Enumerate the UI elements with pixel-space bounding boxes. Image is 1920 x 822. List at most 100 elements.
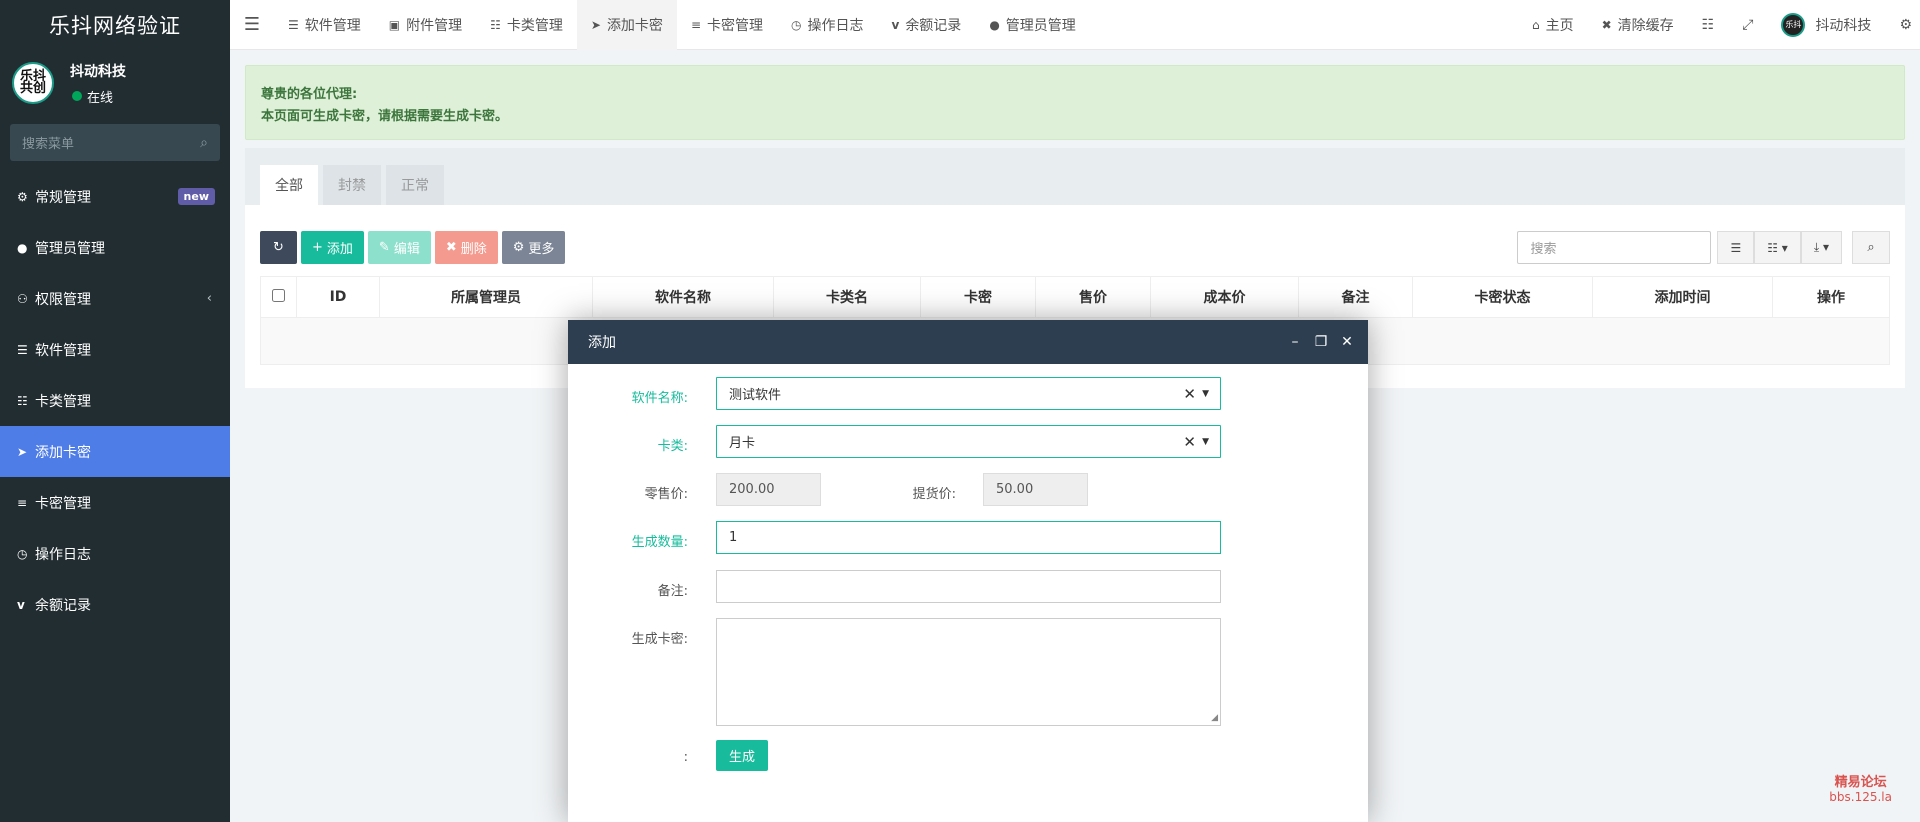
export-dropdown-icon[interactable]: ⤓ ▾ (1800, 231, 1842, 264)
add-button[interactable]: + 添加 (301, 231, 364, 264)
paper-plane-icon: ➤ (590, 17, 601, 32)
tab-attachments[interactable]: ▣ 附件管理 (375, 0, 476, 50)
add-label: 添加 (326, 242, 353, 257)
cog-icon: ⚙ (512, 240, 525, 255)
clock-icon: ◷ (17, 546, 28, 561)
maximize-icon[interactable]: ❐ (1308, 334, 1334, 350)
sidebar-item-general[interactable]: ⚙ 常规管理 new (0, 171, 230, 222)
search-icon[interactable]: ⌕ (200, 135, 208, 151)
sidebar-item-cardtype[interactable]: ☷ 卡类管理 (0, 375, 230, 426)
online-dot-icon (72, 91, 82, 101)
modal-title: 添加 (588, 335, 616, 351)
column-header[interactable]: 软件名称 (592, 276, 774, 318)
tab-all[interactable]: 全部 (260, 165, 318, 205)
column-header[interactable]: 操作 (1772, 276, 1890, 318)
fullscreen-icon[interactable]: ⤢ (1728, 0, 1767, 50)
columns-dropdown-icon[interactable]: ☷ ▾ (1754, 231, 1801, 264)
column-header[interactable]: ID (296, 276, 380, 318)
avatar: 乐抖 (1781, 12, 1806, 37)
vimeo-icon: v (891, 17, 900, 32)
tab-label: 添加卡密 (606, 17, 663, 34)
clear-icon[interactable]: ✕ (1183, 385, 1196, 403)
user-name: 抖动科技 (70, 63, 126, 80)
advanced-search-icon[interactable]: ⌕ (1852, 231, 1890, 264)
tasks-icon: ☷ (17, 393, 28, 408)
tab-admin[interactable]: ● 管理员管理 (975, 0, 1089, 50)
sidebar-item-permissions[interactable]: ⚇ 权限管理 ‹ (0, 273, 230, 324)
refresh-button[interactable]: ↻ (260, 231, 297, 264)
refresh-icon: ↻ (273, 240, 284, 255)
home-link[interactable]: ⌂ 主页 (1518, 0, 1588, 50)
quantity-input[interactable]: 1 (716, 521, 1221, 554)
sidebar-item-software[interactable]: ☰ 软件管理 (0, 324, 230, 375)
brand-title[interactable]: 乐抖网络验证 (0, 0, 230, 50)
sidebar-toggle-icon[interactable]: ☰ (230, 0, 274, 50)
sidebar-search-input[interactable]: 搜索菜单 ⌕ (10, 124, 220, 161)
cards-textarea[interactable]: ◢ (716, 618, 1221, 726)
new-badge: new (177, 188, 215, 205)
user-menu[interactable]: 乐抖 抖动科技 (1767, 0, 1885, 50)
select-all-checkbox[interactable] (260, 276, 297, 318)
more-button[interactable]: ⚙ 更多 (501, 231, 566, 264)
tab-label: 软件管理 (304, 17, 361, 34)
delete-button[interactable]: ✖ 删除 (434, 231, 498, 264)
trash-icon: ✖ (445, 240, 457, 255)
rss-icon: ≡ (690, 17, 701, 32)
sidebar-item-card-manage[interactable]: ≡ 卡密管理 (0, 477, 230, 528)
user-icon: ● (989, 17, 1000, 32)
tab-cardtype[interactable]: ☷ 卡类管理 (476, 0, 577, 50)
sidebar-item-log[interactable]: ◷ 操作日志 (0, 528, 230, 579)
column-header[interactable]: 卡密 (920, 276, 1036, 318)
column-header[interactable]: 卡密状态 (1412, 276, 1593, 318)
sidebar-item-add-card[interactable]: ➤ 添加卡密 (0, 426, 230, 477)
translate-icon[interactable]: ☷ (1688, 0, 1729, 50)
minimize-icon[interactable]: – (1282, 334, 1308, 350)
clear-cache-button[interactable]: ✖ 清除缓存 (1588, 0, 1688, 50)
tab-label: 附件管理 (406, 17, 463, 34)
chevron-left-icon[interactable]: ‹ (207, 291, 212, 306)
chevron-down-icon[interactable]: ▼ (1202, 389, 1209, 399)
info-alert: 尊贵的各位代理: 本页面可生成卡密，请根据需要生成卡密。 (245, 65, 1905, 140)
cardtype-select[interactable]: 月卡 ✕ ▼ (716, 425, 1221, 458)
column-header[interactable]: 成本价 (1150, 276, 1299, 318)
sidebar-item-label: 添加卡密 (35, 444, 91, 461)
tab-balance[interactable]: v 余额记录 (877, 0, 975, 50)
table-tools: 搜索 ☰ ☷ ▾ ⤓ ▾ ⌕ (1517, 231, 1890, 264)
clear-icon[interactable]: ✕ (1183, 433, 1196, 451)
column-header[interactable]: 添加时间 (1592, 276, 1773, 318)
modal-header[interactable]: 添加 – ❐ ✕ (568, 320, 1368, 364)
chevron-down-icon[interactable]: ▼ (1202, 437, 1209, 447)
card-view-icon[interactable]: ☰ (1717, 231, 1755, 264)
column-header[interactable]: 备注 (1298, 276, 1413, 318)
close-icon[interactable]: ✕ (1334, 334, 1360, 350)
cardtype-label: 卡类: (657, 439, 688, 454)
tab-software[interactable]: ☰ 软件管理 (274, 0, 375, 50)
sidebar-item-balance[interactable]: v 余额记录 (0, 579, 230, 630)
tab-log[interactable]: ◷ 操作日志 (777, 0, 877, 50)
tab-label: 余额记录 (905, 17, 962, 34)
tab-add-card[interactable]: ➤ 添加卡密 (576, 0, 677, 50)
tasks-icon: ☷ (490, 17, 501, 32)
submit-label: : (683, 750, 688, 765)
column-header[interactable]: 售价 (1035, 276, 1151, 318)
sidebar-menu: ⚙ 常规管理 new ● 管理员管理 ⚇ 权限管理 ‹ ☰ 软件管理 ☷ 卡类管… (0, 171, 230, 630)
tab-label: 管理员管理 (1005, 17, 1076, 34)
column-header[interactable]: 所属管理员 (379, 276, 593, 318)
toolbar: ↻ + 添加 ✎ 编辑 ✖ 删除 ⚙ 更多 (260, 231, 569, 264)
tab-banned[interactable]: 封禁 (323, 165, 381, 205)
panel-tabs: 全部 封禁 正常 (245, 148, 1905, 205)
settings-gear-icon[interactable]: ⚙ (1885, 0, 1920, 50)
tab-card-manage[interactable]: ≡ 卡密管理 (677, 0, 777, 50)
software-select[interactable]: 测试软件 ✕ ▼ (716, 377, 1221, 410)
remark-input[interactable] (716, 570, 1221, 603)
checkbox[interactable] (272, 288, 285, 302)
edit-button[interactable]: ✎ 编辑 (367, 231, 431, 264)
sidebar-item-admin[interactable]: ● 管理员管理 (0, 222, 230, 273)
table-search-input[interactable]: 搜索 (1517, 231, 1712, 264)
generate-button[interactable]: 生成 (716, 740, 769, 771)
resize-handle-icon[interactable]: ◢ (1211, 713, 1218, 723)
remark-label: 备注: (657, 584, 688, 599)
tab-normal[interactable]: 正常 (386, 165, 444, 205)
edit-label: 编辑 (393, 242, 420, 257)
column-header[interactable]: 卡类名 (773, 276, 921, 318)
